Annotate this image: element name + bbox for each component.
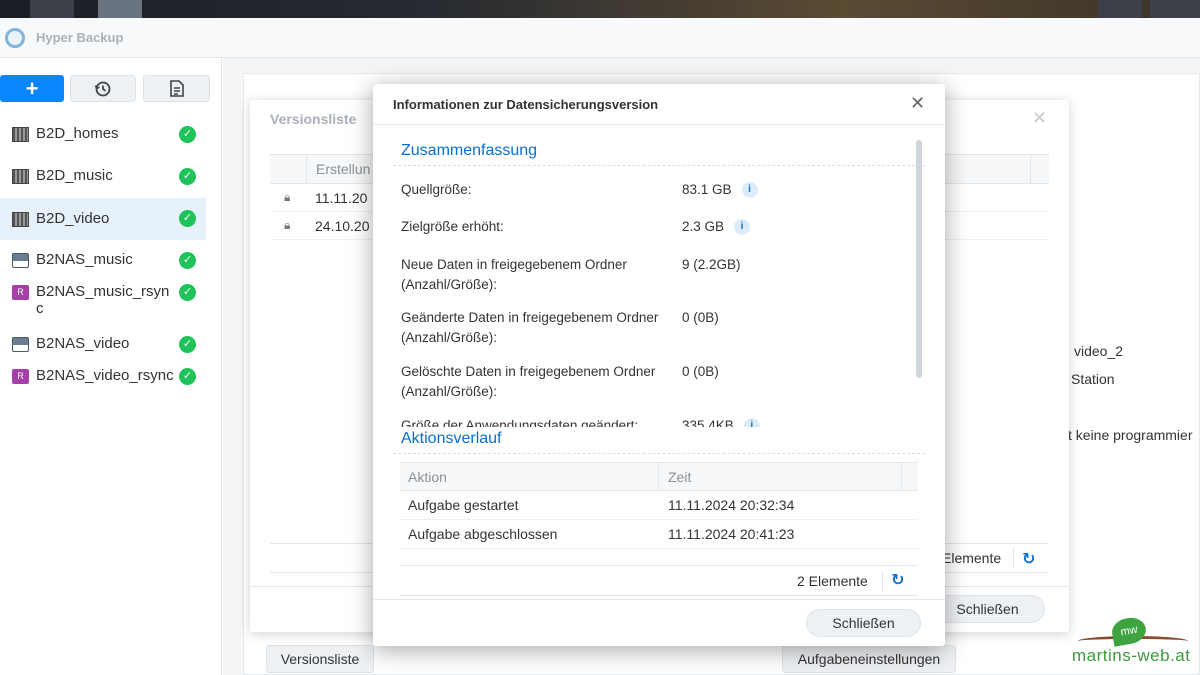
success-status-icon: ✓ xyxy=(179,126,196,143)
sidebar-task-item[interactable]: B2NAS_music ✓ xyxy=(0,251,206,275)
column-time[interactable]: Zeit xyxy=(668,469,691,485)
success-status-icon: ✓ xyxy=(179,336,196,353)
info-icon[interactable]: i xyxy=(743,418,760,427)
backup-version-info-dialog: Informationen zur Datensicherungsversion… xyxy=(373,84,945,646)
close-button[interactable]: Schließen xyxy=(806,609,921,637)
action-count-text: 2 Elemente xyxy=(797,573,868,589)
lock-icon: 🔒︎ xyxy=(284,218,291,232)
rsync-task-icon: R xyxy=(12,369,29,384)
lock-icon: 🔒︎ xyxy=(284,190,291,204)
sidebar-task-item[interactable]: R B2NAS_video_rsync ✓ xyxy=(0,367,206,407)
sidebar-task-item[interactable]: B2NAS_video ✓ xyxy=(0,335,206,359)
sidebar-task-item[interactable]: B2D_music ✓ xyxy=(0,167,206,191)
action-history-section-title: Aktionsverlauf xyxy=(401,430,502,447)
close-icon[interactable]: ✕ xyxy=(910,93,925,114)
task-name: B2NAS_music_rsync xyxy=(36,283,170,317)
task-name: B2NAS_video xyxy=(36,335,130,352)
detail-schedule-text: t keine programmier xyxy=(1068,427,1193,443)
watermark-text: martins-web.at xyxy=(1072,646,1191,665)
success-status-icon: ✓ xyxy=(179,368,196,385)
task-sidebar: + B2D_homes ✓ B2D_music ✓ B2D_video ✓ B2NAS_mu… xyxy=(0,58,222,675)
success-status-icon: ✓ xyxy=(179,210,196,227)
nas-task-icon xyxy=(12,127,29,142)
summary-scrollbar[interactable] xyxy=(916,140,922,378)
history-icon xyxy=(94,81,111,96)
widgets-button[interactable] xyxy=(1098,0,1142,18)
detail-target-text: video_2 xyxy=(1074,343,1124,359)
version-date: 11.11.20 xyxy=(315,190,368,206)
success-status-icon: ✓ xyxy=(179,284,196,301)
version-list-close-icon[interactable]: ✕ xyxy=(1032,108,1047,129)
info-icon[interactable]: i xyxy=(734,219,751,236)
column-action[interactable]: Aktion xyxy=(408,469,447,485)
success-status-icon: ✓ xyxy=(179,168,196,185)
log-button[interactable] xyxy=(143,75,210,102)
remote-nas-task-icon xyxy=(12,337,29,352)
versionsliste-button[interactable]: Versionsliste xyxy=(266,645,374,673)
app-titlebar: Hyper Backup xyxy=(0,18,1200,58)
nas-task-icon xyxy=(12,212,29,227)
rsync-task-icon: R xyxy=(12,285,29,300)
version-date: 24.10.20 xyxy=(315,218,370,234)
version-refresh-icon[interactable]: ↻ xyxy=(1022,549,1035,569)
table-row[interactable]: Aufgabe gestartet 11.11.2024 20:32:34 xyxy=(400,491,918,520)
sidebar-task-item[interactable]: R B2NAS_music_rsync ✓ xyxy=(0,283,206,323)
sidebar-task-item[interactable]: B2D_video ✓ xyxy=(0,198,206,240)
task-name: B2D_video xyxy=(36,210,110,227)
add-task-button[interactable]: + xyxy=(0,75,64,102)
action-table-header: Aktion Zeit xyxy=(400,462,918,491)
sidebar-task-item[interactable]: B2D_homes ✓ xyxy=(0,125,206,149)
version-column-created[interactable]: Erstellun xyxy=(316,161,370,177)
hyper-backup-logo-icon xyxy=(5,28,25,48)
task-name: B2NAS_video_rsync xyxy=(36,367,174,384)
watermark-logo: mw martins-web.at xyxy=(1072,615,1192,668)
summary-section-title: Zusammenfassung xyxy=(401,142,538,159)
hyper-backup-taskbar-button[interactable] xyxy=(98,0,142,18)
success-status-icon: ✓ xyxy=(179,252,196,269)
version-list-close-button[interactable]: Schließen xyxy=(930,595,1045,623)
app-title: Hyper Backup xyxy=(36,30,124,45)
task-name: B2D_homes xyxy=(36,125,119,142)
main-menu-button[interactable] xyxy=(30,0,74,18)
info-icon[interactable]: i xyxy=(741,182,758,199)
version-count-text: Elemente xyxy=(942,550,1002,566)
document-icon xyxy=(169,80,184,97)
notifications-button[interactable] xyxy=(1150,0,1200,18)
remote-nas-task-icon xyxy=(12,253,29,268)
task-name: B2NAS_music xyxy=(36,251,133,268)
refresh-icon[interactable]: ↻ xyxy=(891,570,904,590)
restore-history-button[interactable] xyxy=(70,75,136,102)
summary-scroll-area[interactable]: Quellgröße: 83.1 GB i Zielgröße erhöht: 2… xyxy=(393,167,921,427)
table-row[interactable]: Aufgabe abgeschlossen 11.11.2024 20:41:2… xyxy=(400,520,918,549)
detail-destination-text: Station xyxy=(1071,371,1115,387)
task-name: B2D_music xyxy=(36,167,113,184)
version-list-title: Versionsliste xyxy=(270,111,357,127)
aufgabeneinstellungen-button[interactable]: Aufgabeneinstellungen xyxy=(782,645,956,673)
dialog-title: Informationen zur Datensicherungsversion xyxy=(393,97,659,112)
nas-task-icon xyxy=(12,169,29,184)
desktop-taskbar xyxy=(0,0,1200,18)
